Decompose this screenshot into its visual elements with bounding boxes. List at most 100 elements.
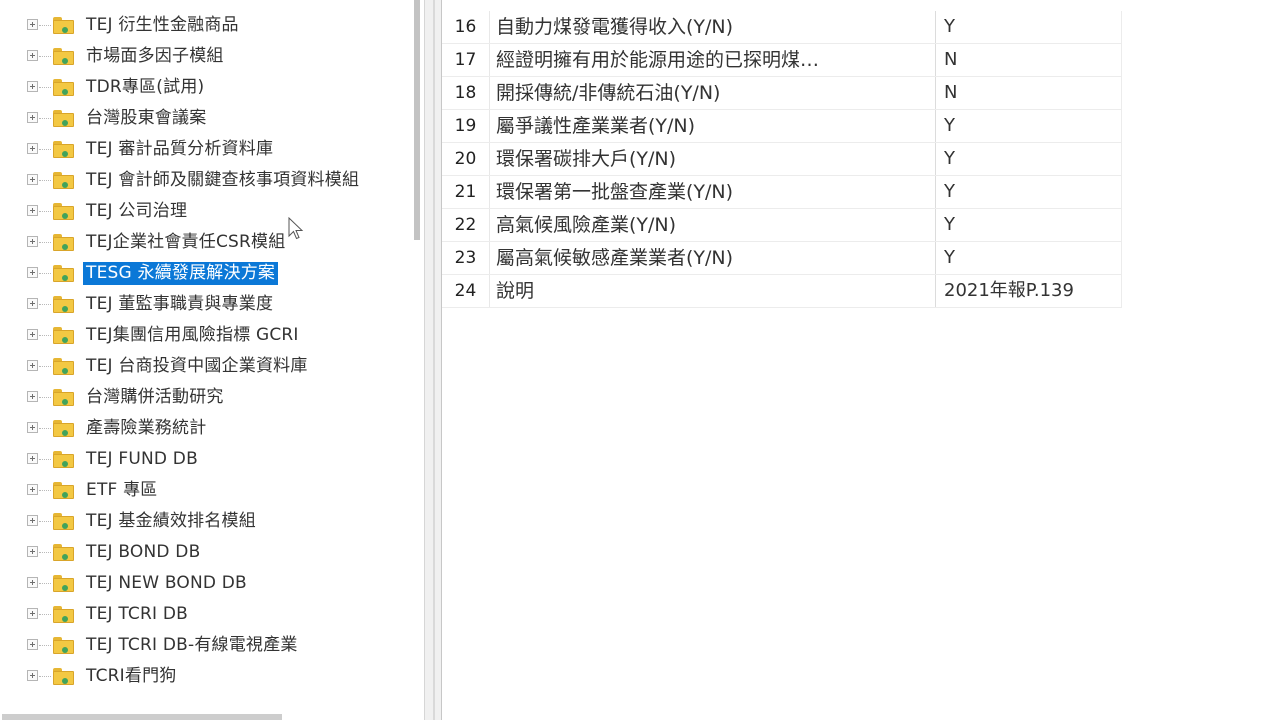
tree-item[interactable]: 產壽險業務統計 (0, 413, 418, 444)
tree-item[interactable]: TEJ TCRI DB-有線電視產業 (0, 630, 418, 661)
tree-item-label[interactable]: TEJ集團信用風險指標 GCRI (83, 324, 302, 347)
tree-item-label[interactable]: TEJ 基金績效排名模組 (83, 510, 259, 533)
table-row[interactable]: 23 屬高氣候敏感產業業者(Y/N) Y (442, 242, 1122, 275)
horizontal-scrollbar[interactable] (2, 714, 282, 720)
tree-item[interactable]: TEJ TCRI DB (0, 599, 418, 630)
field-value-cell[interactable]: Y (936, 143, 1122, 175)
expand-toggle-icon[interactable] (27, 112, 38, 123)
vertical-scrollbar-thumb[interactable] (414, 0, 420, 240)
tree-connector (39, 676, 51, 677)
tree-item-label[interactable]: TCRI看門狗 (83, 665, 179, 688)
field-value-cell[interactable]: N (936, 44, 1122, 76)
expand-toggle-icon[interactable] (27, 267, 38, 278)
expand-toggle-icon[interactable] (27, 205, 38, 216)
expand-toggle-icon[interactable] (27, 143, 38, 154)
expand-toggle-icon[interactable] (27, 639, 38, 650)
tree-item[interactable]: TEJ NEW BOND DB (0, 568, 418, 599)
tree-item[interactable]: 台灣股東會議案 (0, 103, 418, 134)
table-row[interactable]: 18 開採傳統/非傳統石油(Y/N) N (442, 77, 1122, 110)
expand-toggle-icon[interactable] (27, 298, 38, 309)
tree-item-label[interactable]: TEJ TCRI DB-有線電視產業 (83, 634, 301, 657)
field-value-cell[interactable]: N (936, 77, 1122, 109)
table-row[interactable]: 19 屬爭議性產業業者(Y/N) Y (442, 110, 1122, 143)
expand-toggle-icon[interactable] (27, 360, 38, 371)
expand-toggle-icon[interactable] (27, 453, 38, 464)
tree-item[interactable]: TEJ FUND DB (0, 444, 418, 475)
mouse-cursor-icon (288, 217, 304, 240)
expand-toggle-icon[interactable] (27, 422, 38, 433)
tree-item[interactable]: TEJ 會計師及關鍵查核事項資料模組 (0, 165, 418, 196)
expand-toggle-icon[interactable] (27, 515, 38, 526)
field-name-cell[interactable]: 自動力煤發電獲得收入(Y/N) (490, 11, 936, 43)
expand-toggle-icon[interactable] (27, 391, 38, 402)
tree-item[interactable]: TEJ企業社會責任CSR模組 (0, 227, 418, 258)
tree-item[interactable]: TDR專區(試用) (0, 72, 418, 103)
field-value-cell[interactable]: Y (936, 176, 1122, 208)
tree-item-selected[interactable]: TESG 永續發展解決方案 (0, 258, 418, 289)
tree-item-label[interactable]: 台灣股東會議案 (83, 107, 209, 130)
field-name-cell[interactable]: 開採傳統/非傳統石油(Y/N) (490, 77, 936, 109)
field-name-cell[interactable]: 說明 (490, 275, 936, 307)
expand-toggle-icon[interactable] (27, 236, 38, 247)
tree-item-label[interactable]: 產壽險業務統計 (83, 417, 209, 440)
expand-toggle-icon[interactable] (27, 608, 38, 619)
splitter-grip[interactable] (433, 0, 435, 720)
tree-item[interactable]: 台灣購併活動研究 (0, 382, 418, 413)
field-value-cell[interactable]: Y (936, 209, 1122, 241)
expand-toggle-icon[interactable] (27, 19, 38, 30)
field-value-cell[interactable]: Y (936, 242, 1122, 274)
tree-item[interactable]: TEJ 董監事職責與專業度 (0, 289, 418, 320)
tree-item-label[interactable]: ETF 專區 (83, 479, 161, 502)
tree-connector (39, 645, 51, 646)
tree-item-label[interactable]: 台灣購併活動研究 (83, 386, 227, 409)
tree-item-label[interactable]: 市場面多因子模組 (83, 45, 227, 68)
tree-item-label[interactable]: TESG 永續發展解決方案 (83, 262, 279, 285)
tree-item[interactable]: TEJ 衍生性金融商品 (0, 10, 418, 41)
tree-item-label[interactable]: TEJ 審計品質分析資料庫 (83, 138, 276, 161)
tree-item-label[interactable]: TEJ 台商投資中國企業資料庫 (83, 355, 311, 378)
tree-item[interactable]: TEJ集團信用風險指標 GCRI (0, 320, 418, 351)
field-value-cell[interactable]: Y (936, 11, 1122, 43)
table-row[interactable]: 21 環保署第一批盤查產業(Y/N) Y (442, 176, 1122, 209)
expand-toggle-icon[interactable] (27, 329, 38, 340)
tree-connector (39, 304, 51, 305)
field-name-cell[interactable]: 環保署碳排大戶(Y/N) (490, 143, 936, 175)
tree-item-label[interactable]: TEJ FUND DB (83, 448, 201, 471)
tree-item-label[interactable]: TEJ 公司治理 (83, 200, 190, 223)
expand-toggle-icon[interactable] (27, 50, 38, 61)
field-name-cell[interactable]: 經證明擁有用於能源用途的已探明煤… (490, 44, 936, 76)
field-name-cell[interactable]: 高氣候風險產業(Y/N) (490, 209, 936, 241)
tree-item[interactable]: TEJ 審計品質分析資料庫 (0, 134, 418, 165)
tree-item-label[interactable]: TEJ 董監事職責與專業度 (83, 293, 276, 316)
tree-item[interactable]: TEJ BOND DB (0, 537, 418, 568)
tree-item[interactable]: TEJ 台商投資中國企業資料庫 (0, 351, 418, 382)
tree-item-label[interactable]: TDR專區(試用) (83, 76, 207, 99)
tree-item[interactable]: 市場面多因子模組 (0, 41, 418, 72)
expand-toggle-icon[interactable] (27, 174, 38, 185)
table-row[interactable]: 24 說明 2021年報P.139 (442, 275, 1122, 308)
field-value-cell[interactable]: Y (936, 110, 1122, 142)
field-value-cell[interactable]: 2021年報P.139 (936, 275, 1122, 307)
tree-item[interactable]: ETF 專區 (0, 475, 418, 506)
expand-toggle-icon[interactable] (27, 546, 38, 557)
tree-item-label[interactable]: TEJ BOND DB (83, 541, 203, 564)
field-name-cell[interactable]: 屬高氣候敏感產業業者(Y/N) (490, 242, 936, 274)
tree-item[interactable]: TEJ 基金績效排名模組 (0, 506, 418, 537)
tree-item-label[interactable]: TEJ NEW BOND DB (83, 572, 250, 595)
table-row[interactable]: 16 自動力煤發電獲得收入(Y/N) Y (442, 11, 1122, 44)
expand-toggle-icon[interactable] (27, 577, 38, 588)
table-row[interactable]: 22 高氣候風險產業(Y/N) Y (442, 209, 1122, 242)
tree-item-label[interactable]: TEJ企業社會責任CSR模組 (83, 231, 288, 254)
table-row[interactable]: 20 環保署碳排大戶(Y/N) Y (442, 143, 1122, 176)
field-name-cell[interactable]: 屬爭議性產業業者(Y/N) (490, 110, 936, 142)
tree-item[interactable]: TEJ 公司治理 (0, 196, 418, 227)
expand-toggle-icon[interactable] (27, 670, 38, 681)
tree-item-label[interactable]: TEJ 會計師及關鍵查核事項資料模組 (83, 169, 362, 192)
tree-item-label[interactable]: TEJ 衍生性金融商品 (83, 14, 242, 37)
field-name-cell[interactable]: 環保署第一批盤查產業(Y/N) (490, 176, 936, 208)
tree-item-label[interactable]: TEJ TCRI DB (83, 603, 191, 626)
table-row[interactable]: 17 經證明擁有用於能源用途的已探明煤… N (442, 44, 1122, 77)
expand-toggle-icon[interactable] (27, 484, 38, 495)
expand-toggle-icon[interactable] (27, 81, 38, 92)
tree-item[interactable]: TCRI看門狗 (0, 661, 418, 692)
